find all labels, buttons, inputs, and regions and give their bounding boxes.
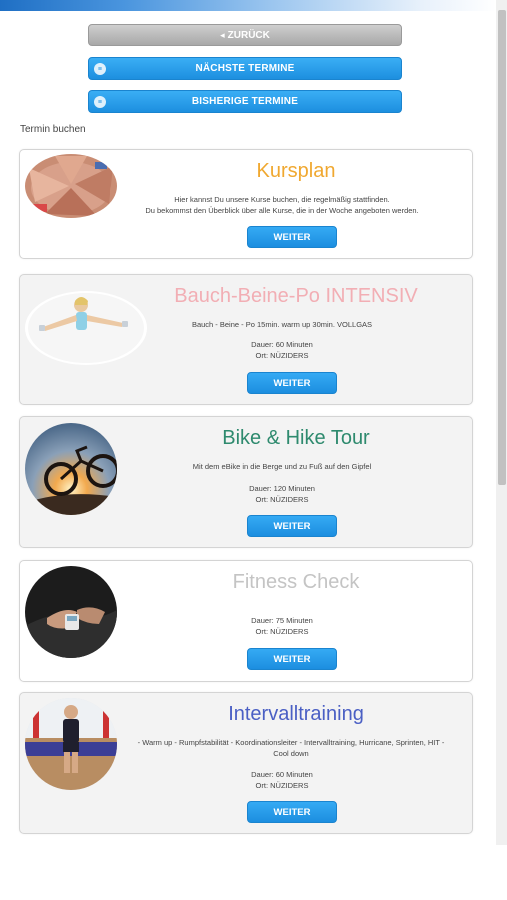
description-line: Mit dem eBike in die Berge und zu Fuß au…: [192, 462, 372, 471]
course-meta: Dauer: 120 Minuten Ort: NÜZIDERS: [116, 483, 448, 505]
course-title: Kursplan: [256, 160, 336, 182]
course-location: Ort: NÜZIDERS: [255, 781, 309, 790]
course-meta: Dauer: 60 Minuten Ort: NÜZIDERS: [116, 769, 448, 791]
scrollbar-thumb[interactable]: [498, 10, 506, 485]
back-button-label: ZURÜCK: [227, 29, 270, 41]
course-image-hands: [25, 154, 117, 218]
section-label: Termin buchen: [20, 124, 86, 135]
previous-appointments-button[interactable]: ≡ BISHERIGE TERMINE: [88, 90, 402, 113]
course-meta: Dauer: 60 Minuten Ort: NÜZIDERS: [116, 339, 448, 361]
next-appointments-label: NÄCHSTE TERMINE: [195, 63, 295, 74]
course-duration: Dauer: 120 Minuten: [249, 484, 315, 493]
course-title: Bike & Hike Tour: [222, 427, 370, 449]
course-title: Bauch-Beine-Po INTENSIV: [174, 285, 418, 307]
description-line: Bauch - Beine - Po 15min. warm up 30min.…: [191, 320, 373, 329]
top-gradient-bar: [0, 0, 496, 11]
course-card-bbp-intensiv: Bauch-Beine-Po INTENSIV Bauch - Beine - …: [19, 274, 473, 405]
weiter-button[interactable]: WEITER: [247, 372, 337, 394]
calendar-icon: ≡: [94, 63, 106, 75]
course-card-kursplan: Kursplan Hier kannst Du unsere Kurse buc…: [19, 149, 473, 259]
weiter-button[interactable]: WEITER: [247, 226, 337, 248]
course-duration: Dauer: 75 Minuten: [251, 616, 313, 625]
course-meta: Dauer: 75 Minuten Ort: NÜZIDERS: [116, 615, 448, 637]
back-button[interactable]: ◂ ZURÜCK: [88, 24, 402, 46]
course-card-fitness-check: Fitness Check Dauer: 75 Minuten Ort: NÜZ…: [19, 560, 473, 682]
course-description: Mit dem eBike in die Berge und zu Fuß au…: [116, 461, 448, 472]
course-image-measuring: [25, 566, 117, 658]
course-location: Ort: NÜZIDERS: [255, 351, 309, 360]
next-appointments-button[interactable]: ≡ NÄCHSTE TERMINE: [88, 57, 402, 80]
course-description: - Warm up - Rumpfstabilität - Koordinati…: [116, 737, 466, 759]
course-location: Ort: NÜZIDERS: [255, 495, 309, 504]
description-line: Du bekommst den Überblick über alle Kurs…: [145, 206, 419, 215]
course-title: Intervalltraining: [228, 703, 364, 725]
description-line: - Warm up - Rumpfstabilität - Koordinati…: [137, 738, 445, 747]
course-card-bike-hike: Bike & Hike Tour Mit dem eBike in die Be…: [19, 416, 473, 548]
arrow-left-icon: ◂: [220, 29, 225, 40]
course-duration: Dauer: 60 Minuten: [251, 340, 313, 349]
description-line: Hier kannst Du unsere Kurse buchen, die …: [174, 195, 390, 204]
calendar-icon: ≡: [94, 96, 106, 108]
course-card-intervalltraining: Intervalltraining - Warm up - Rumpfstabi…: [19, 692, 473, 834]
description-line: Cool down: [273, 749, 309, 758]
course-image-gym-athlete: [25, 698, 117, 790]
course-description: Bauch - Beine - Po 15min. warm up 30min.…: [116, 319, 448, 330]
previous-appointments-label: BISHERIGE TERMINE: [191, 96, 299, 107]
course-duration: Dauer: 60 Minuten: [251, 770, 313, 779]
weiter-button[interactable]: WEITER: [247, 801, 337, 823]
course-description: Hier kannst Du unsere Kurse buchen, die …: [116, 194, 448, 216]
weiter-button[interactable]: WEITER: [247, 648, 337, 670]
weiter-button[interactable]: WEITER: [247, 515, 337, 537]
course-location: Ort: NÜZIDERS: [255, 627, 309, 636]
course-image-ebike-sunset: [25, 423, 117, 515]
course-title: Fitness Check: [232, 571, 360, 593]
